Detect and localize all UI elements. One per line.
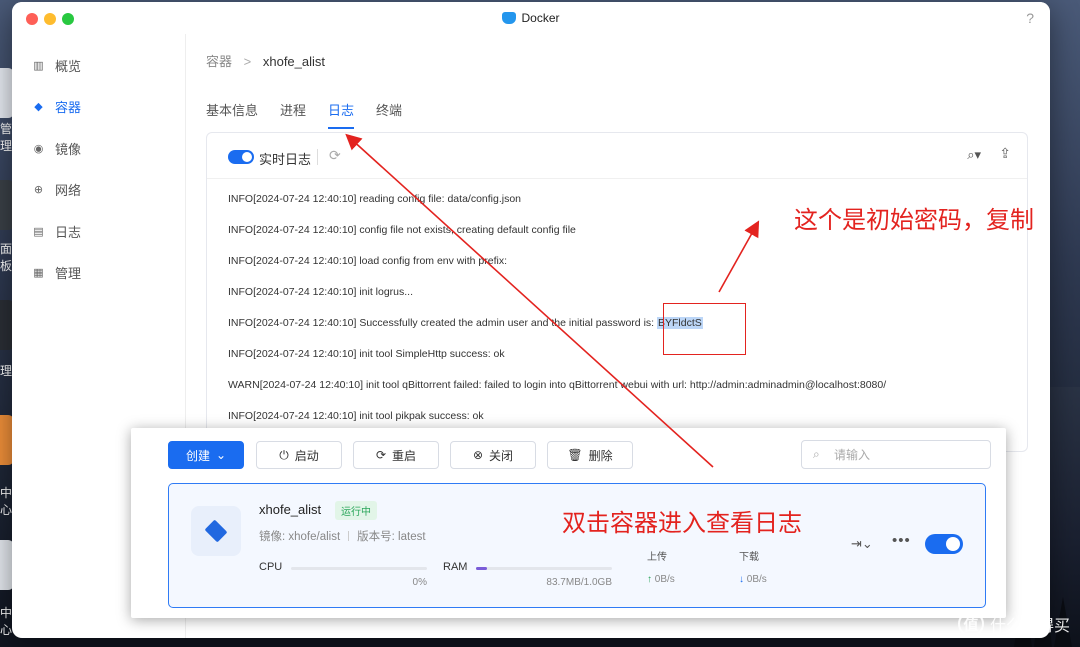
log-icon: ▤	[33, 225, 44, 238]
ram-usage-fill	[476, 567, 487, 570]
trash-icon: 🗑	[567, 448, 583, 462]
sidebar-item-label: 容器	[55, 99, 82, 115]
container-run-toggle[interactable]	[925, 534, 963, 554]
log-line: INFO[2024-07-24 12:40:10] Successfully c…	[228, 317, 1018, 348]
ram-label: RAM	[443, 561, 468, 573]
sidebar-item-logs[interactable]: ▤ 日志	[32, 220, 81, 242]
start-button[interactable]: ⏻ 启动	[256, 441, 342, 469]
tab-processes[interactable]: 进程	[280, 100, 306, 129]
start-button-label: 启动	[294, 448, 319, 463]
breadcrumb-parent[interactable]: 容器	[206, 54, 232, 69]
ram-value: 83.7MB/1.0GB	[546, 577, 612, 588]
docker-whale-icon	[502, 12, 517, 24]
watermark-text: 什么值得买	[989, 618, 1070, 635]
restart-button[interactable]: ⟳ 重启	[353, 441, 439, 469]
password-annotation: 这个是初始密码，复制	[794, 206, 1034, 234]
upload-label: 上传	[647, 552, 667, 563]
container-cube-icon	[191, 506, 241, 556]
container-version: 版本号: latest	[357, 531, 426, 543]
restart-button-label: 重启	[392, 448, 417, 463]
overview-icon: ▥	[33, 59, 44, 72]
help-icon[interactable]: ?	[1026, 10, 1034, 26]
ram-usage-bar	[476, 567, 612, 570]
sidebar-item-label: 管理	[55, 265, 82, 281]
title-bar[interactable]: Docker ?	[12, 2, 1050, 34]
container-image: 镜像: xhofe/alist	[259, 531, 341, 543]
log-line: INFO[2024-07-24 12:40:10] init tool Simp…	[228, 348, 505, 360]
enter-terminal-icon[interactable]: ⇥⌄	[851, 536, 873, 552]
search-placeholder: 请输入	[834, 448, 871, 462]
stop-icon: ⊗	[472, 448, 484, 462]
search-icon[interactable]: ⌕▾	[967, 147, 981, 163]
realtime-log-toggle[interactable]	[228, 150, 254, 164]
container-search-input[interactable]: ⌕ 请输入	[801, 440, 991, 469]
sidebar-item-label: 日志	[55, 224, 82, 240]
tab-logs[interactable]: 日志	[328, 100, 355, 129]
log-toolbar: 实时日志 ⟳ ⌕▾ ⇪	[207, 133, 1027, 179]
delete-button-label: 删除	[588, 448, 613, 463]
password-highlight-box	[663, 303, 746, 355]
sidebar-item-label: 镜像	[55, 141, 82, 157]
manage-icon: ▦	[33, 266, 44, 279]
download-label: 下载	[739, 552, 759, 563]
power-icon: ⏻	[279, 447, 289, 462]
refresh-icon[interactable]: ⟳	[329, 147, 341, 164]
watermark-logo: 值	[957, 611, 984, 637]
desktop-icon-label: 理	[0, 364, 13, 378]
window-title: Docker	[12, 11, 1050, 25]
realtime-log-label: 实时日志	[259, 152, 312, 167]
cpu-value: 0%	[412, 577, 427, 588]
container-icon: ◆	[34, 100, 43, 113]
create-button[interactable]: 创建 ⌄	[168, 441, 244, 469]
create-button-label: 创建	[185, 448, 210, 463]
arrow-up-icon: ↑	[647, 574, 652, 585]
container-meta: 镜像: xhofe/alist 版本号: latest	[259, 528, 426, 544]
restart-icon: ⟳	[375, 448, 387, 462]
chevron-down-icon: ⌄	[215, 448, 227, 462]
tab-terminal[interactable]: 终端	[376, 100, 402, 129]
status-badge: 运行中	[335, 501, 377, 520]
cpu-label: CPU	[259, 561, 283, 573]
export-icon[interactable]: ⇪	[999, 145, 1011, 162]
sidebar-item-label: 概览	[55, 58, 82, 74]
download-value: ↓ 0B/s	[739, 574, 767, 585]
image-icon: ◉	[33, 142, 44, 155]
log-panel: 实时日志 ⟳ ⌕▾ ⇪ INFO[2024-07-24 12:40:10] re…	[206, 132, 1028, 452]
log-line: INFO[2024-07-24 12:40:10] init logrus...	[228, 286, 414, 298]
sidebar-item-images[interactable]: ◉ 镜像	[32, 137, 81, 159]
tab-basic-info[interactable]: 基本信息	[206, 100, 258, 129]
sidebar-item-label: 网络	[55, 182, 82, 198]
double-click-annotation: 双击容器进入查看日志	[562, 509, 802, 537]
sidebar-item-manage[interactable]: ▦ 管理	[32, 261, 81, 283]
toolbar-divider	[317, 149, 318, 165]
log-line: INFO[2024-07-24 12:40:10] load config fr…	[228, 255, 507, 267]
delete-button[interactable]: 🗑 删除	[547, 441, 633, 469]
arrow-down-icon: ↓	[739, 574, 744, 585]
cpu-usage-bar	[291, 567, 427, 570]
stop-button-label: 关闭	[489, 448, 514, 463]
breadcrumb: 容器 > xhofe_alist	[206, 51, 325, 70]
log-line-text: INFO[2024-07-24 12:40:10] Successfully c…	[228, 317, 657, 329]
network-icon: ⊕	[33, 183, 44, 196]
sidebar-item-containers[interactable]: ◆ 容器	[32, 95, 81, 117]
breadcrumb-separator: >	[243, 54, 252, 69]
stop-button[interactable]: ⊗ 关闭	[450, 441, 536, 469]
window-title-text: Docker	[521, 11, 560, 25]
container-card[interactable]: xhofe_alist 运行中 镜像: xhofe/alist 版本号: late…	[168, 483, 986, 608]
more-options-icon[interactable]: •••	[892, 532, 911, 549]
breadcrumb-current: xhofe_alist	[262, 54, 326, 69]
sidebar-item-network[interactable]: ⊕ 网络	[32, 178, 81, 200]
log-line: WARN[2024-07-24 12:40:10] init tool qBit…	[228, 379, 887, 391]
upload-value: ↑ 0B/s	[647, 574, 675, 585]
container-name: xhofe_alist	[259, 502, 322, 517]
sidebar-item-overview[interactable]: ▥ 概览	[32, 54, 81, 76]
tab-bar: 基本信息 进程 日志 终端	[206, 100, 402, 129]
watermark: 值 什么值得买	[957, 611, 1070, 637]
search-icon: ⌕	[813, 447, 820, 461]
